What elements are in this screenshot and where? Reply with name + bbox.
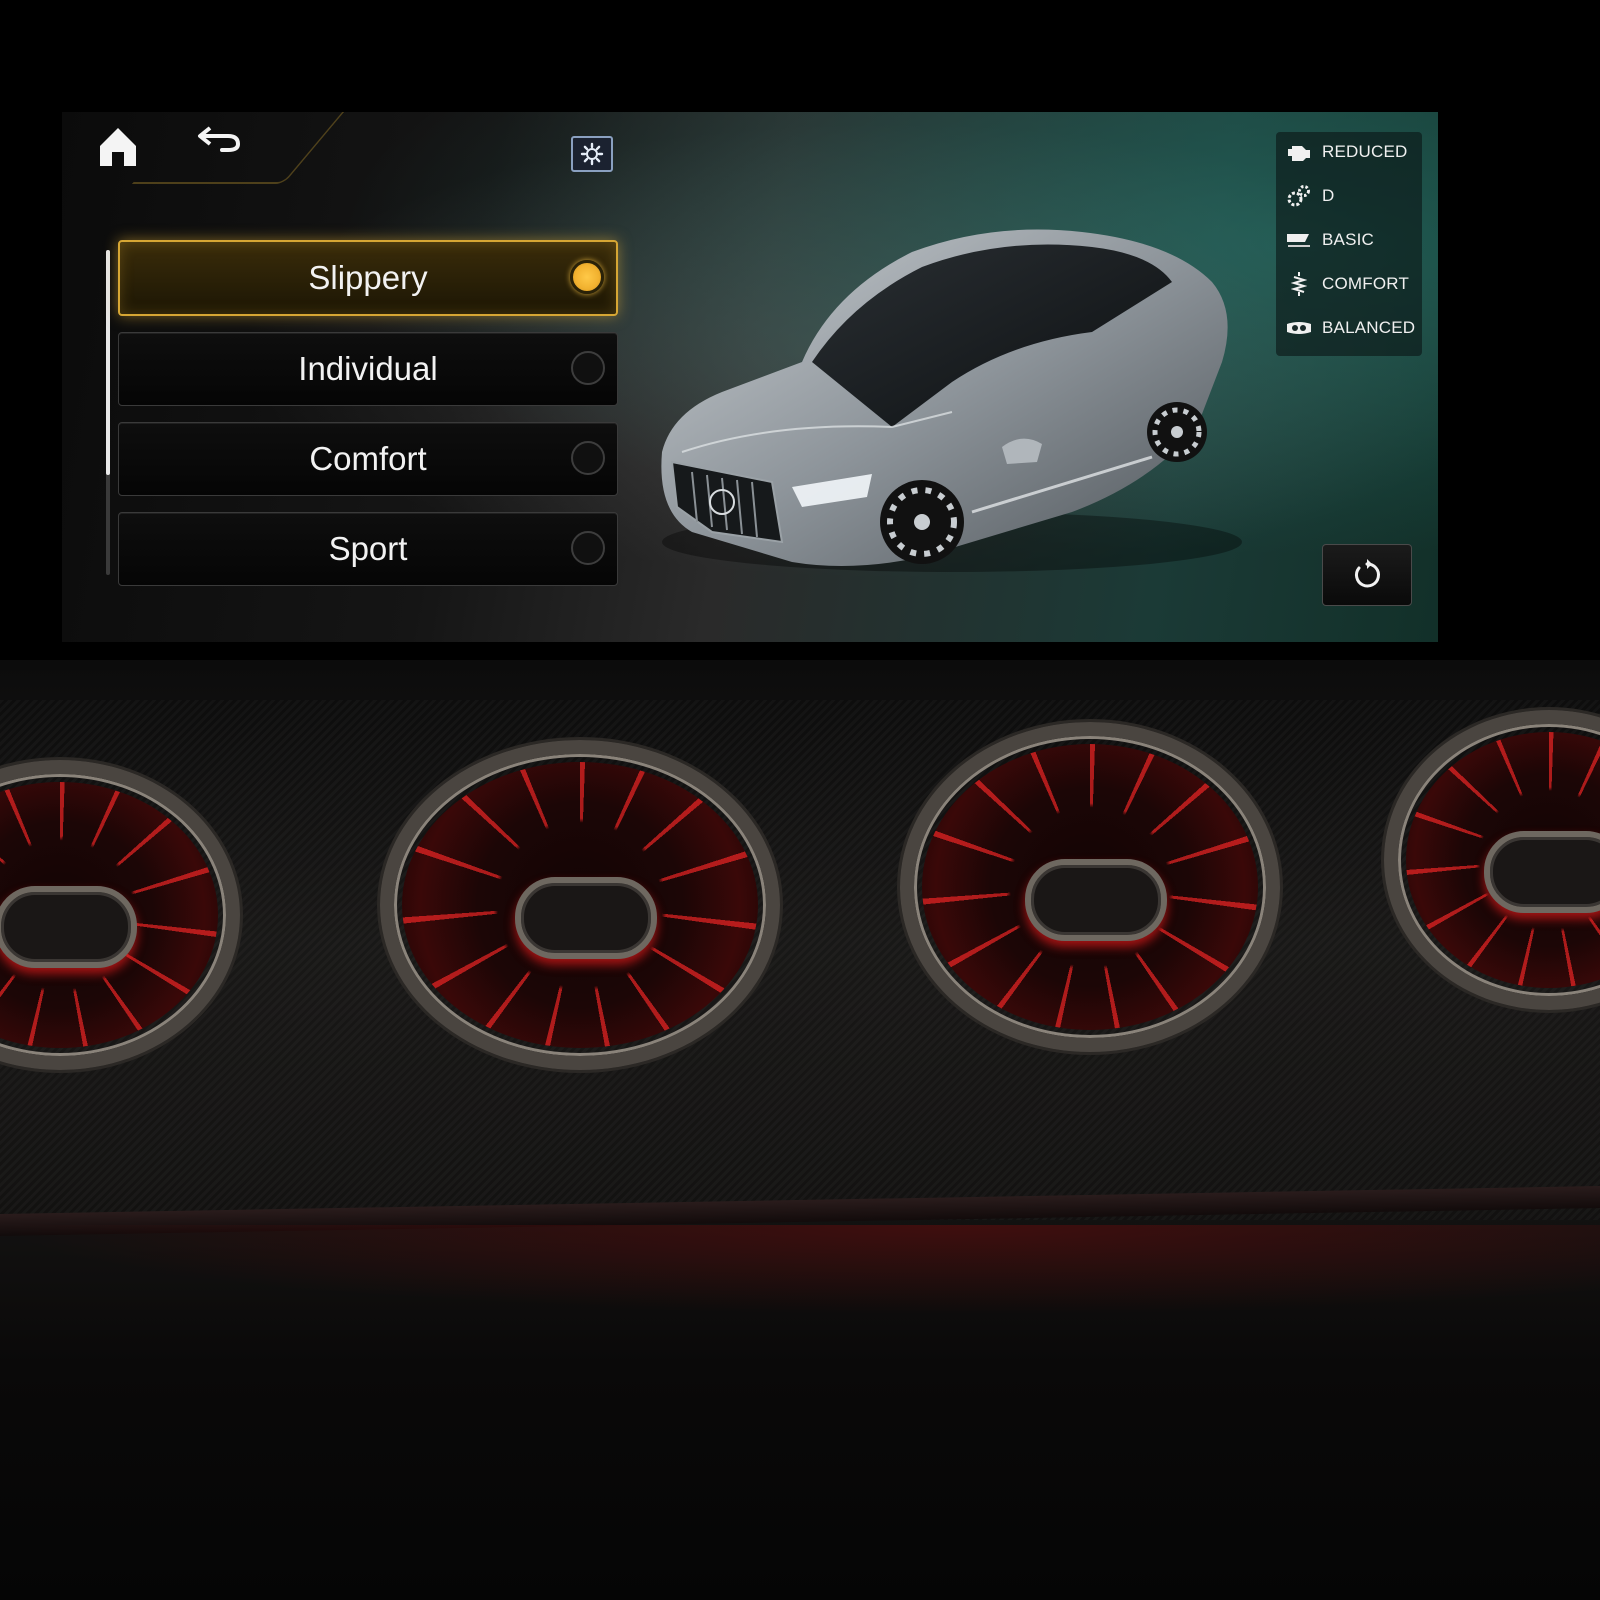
reset-icon [1355, 559, 1380, 588]
carbon-fiber-trim [0, 700, 1600, 1220]
infotainment-screen: Slippery Individual Comfort Sport REDUCE… [62, 112, 1438, 642]
transmission-status-value: D [1322, 186, 1335, 205]
reset-button[interactable] [1322, 544, 1412, 606]
drive-mode-individual[interactable]: Individual [118, 332, 618, 406]
radio-indicator [571, 441, 605, 475]
drive-mode-comfort[interactable]: Comfort [118, 422, 618, 496]
drive-settings-status-panel: REDUCED D BASIC COMFORT BALANCED [1276, 132, 1422, 356]
ambient-light-glow [0, 1225, 1600, 1315]
amg-dynamics-icon [1284, 227, 1314, 253]
status-suspension: COMFORT [1284, 264, 1420, 304]
car-illustration [661, 229, 1242, 572]
drive-mode-label: Slippery [308, 259, 428, 296]
top-navigation [62, 112, 345, 184]
drive-mode-label: Individual [298, 350, 438, 387]
drive-mode-label: Sport [328, 530, 408, 567]
modes-scrollbar[interactable] [106, 250, 110, 575]
drive-mode-list: Slippery Individual Comfort Sport [118, 240, 618, 602]
transmission-gears-icon [1284, 183, 1314, 209]
status-exhaust: BALANCED [1284, 308, 1420, 348]
suspension-icon [1284, 271, 1314, 297]
air-vent-2[interactable] [380, 740, 780, 1070]
home-icon [100, 128, 136, 166]
status-transmission: D [1284, 176, 1420, 216]
drive-mode-slippery[interactable]: Slippery [118, 240, 618, 316]
air-vent-3[interactable] [900, 722, 1280, 1052]
engine-status-value: REDUCED [1322, 142, 1408, 161]
engine-icon [1284, 139, 1314, 165]
suspension-status-value: COMFORT [1322, 274, 1410, 293]
exhaust-status-value: BALANCED [1322, 318, 1416, 337]
drive-mode-label: Comfort [309, 440, 427, 477]
drive-mode-sport[interactable]: Sport [118, 512, 618, 586]
gear-settings-icon [580, 142, 604, 166]
back-button[interactable] [194, 118, 250, 158]
status-dynamics: BASIC [1284, 220, 1420, 260]
dynamic-select-settings-button[interactable] [571, 136, 613, 172]
radio-indicator [571, 351, 605, 385]
radio-indicator [571, 531, 605, 565]
dynamics-status-value: BASIC [1322, 230, 1375, 249]
home-button[interactable] [90, 118, 146, 174]
radio-selected-indicator [570, 260, 604, 294]
back-arrow-icon [198, 126, 241, 152]
status-engine: REDUCED [1284, 132, 1420, 172]
exhaust-icon [1284, 315, 1314, 341]
scroll-thumb[interactable] [106, 250, 110, 475]
